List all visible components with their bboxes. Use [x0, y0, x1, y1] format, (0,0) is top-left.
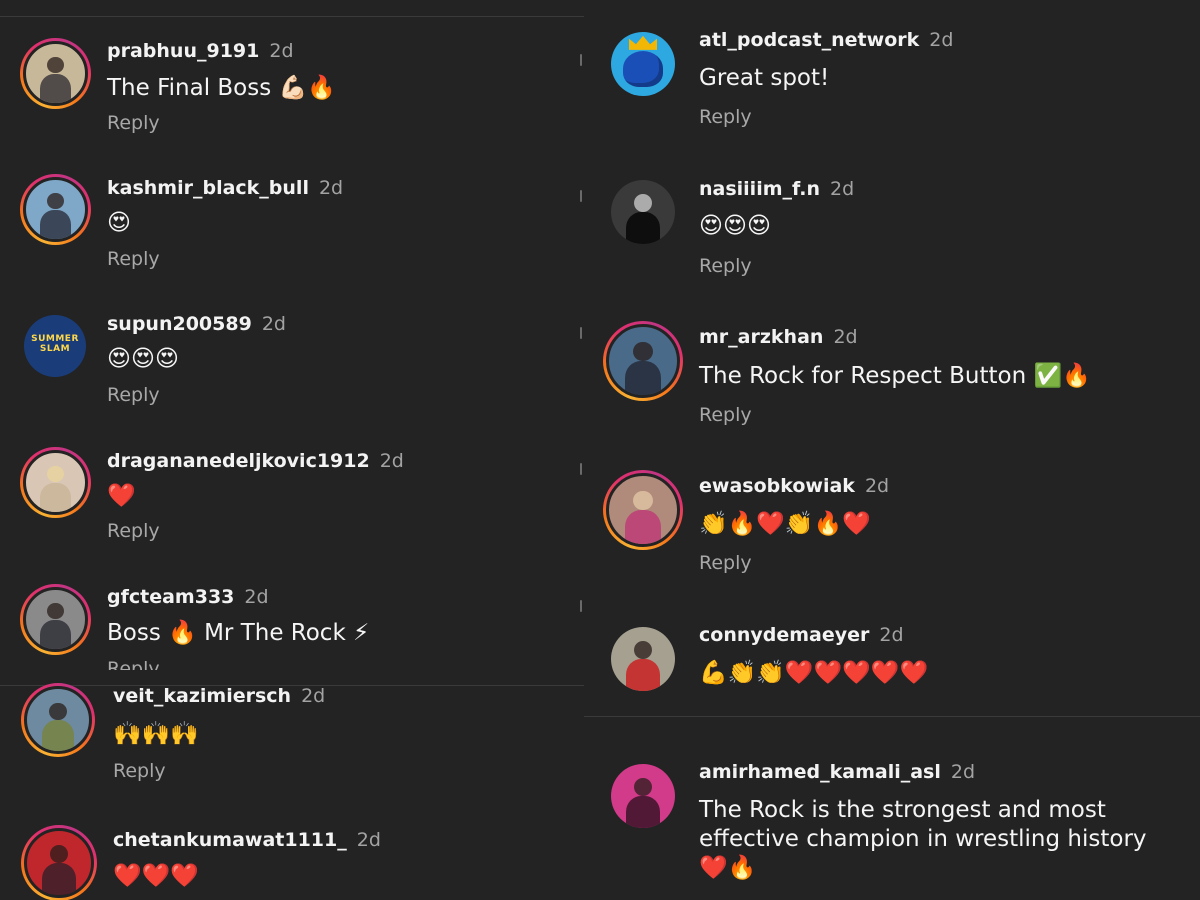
comment-item: amirhamed_kamali_asl 2d The Rock is the s…: [584, 0, 1200, 900]
timestamp: 2d: [356, 829, 381, 851]
avatar[interactable]: [21, 825, 97, 900]
username[interactable]: chetankumawat1111_: [113, 829, 347, 851]
timestamp: 2d: [950, 761, 976, 783]
left-comments-panel: prabhuu_9191 2d The Final Boss 💪🏻🔥 Reply …: [0, 0, 584, 900]
comment-text: ❤️❤️❤️: [113, 863, 199, 889]
comment-text: The Rock is the strongest and most effec…: [699, 797, 1147, 881]
right-comments-panel: atl_podcast_network 2d Great spot! Reply …: [584, 0, 1200, 900]
comment-item: chetankumawat1111_ 2d ❤️❤️❤️: [0, 0, 584, 900]
avatar[interactable]: [611, 764, 675, 828]
username[interactable]: amirhamed_kamali_asl: [699, 761, 941, 783]
